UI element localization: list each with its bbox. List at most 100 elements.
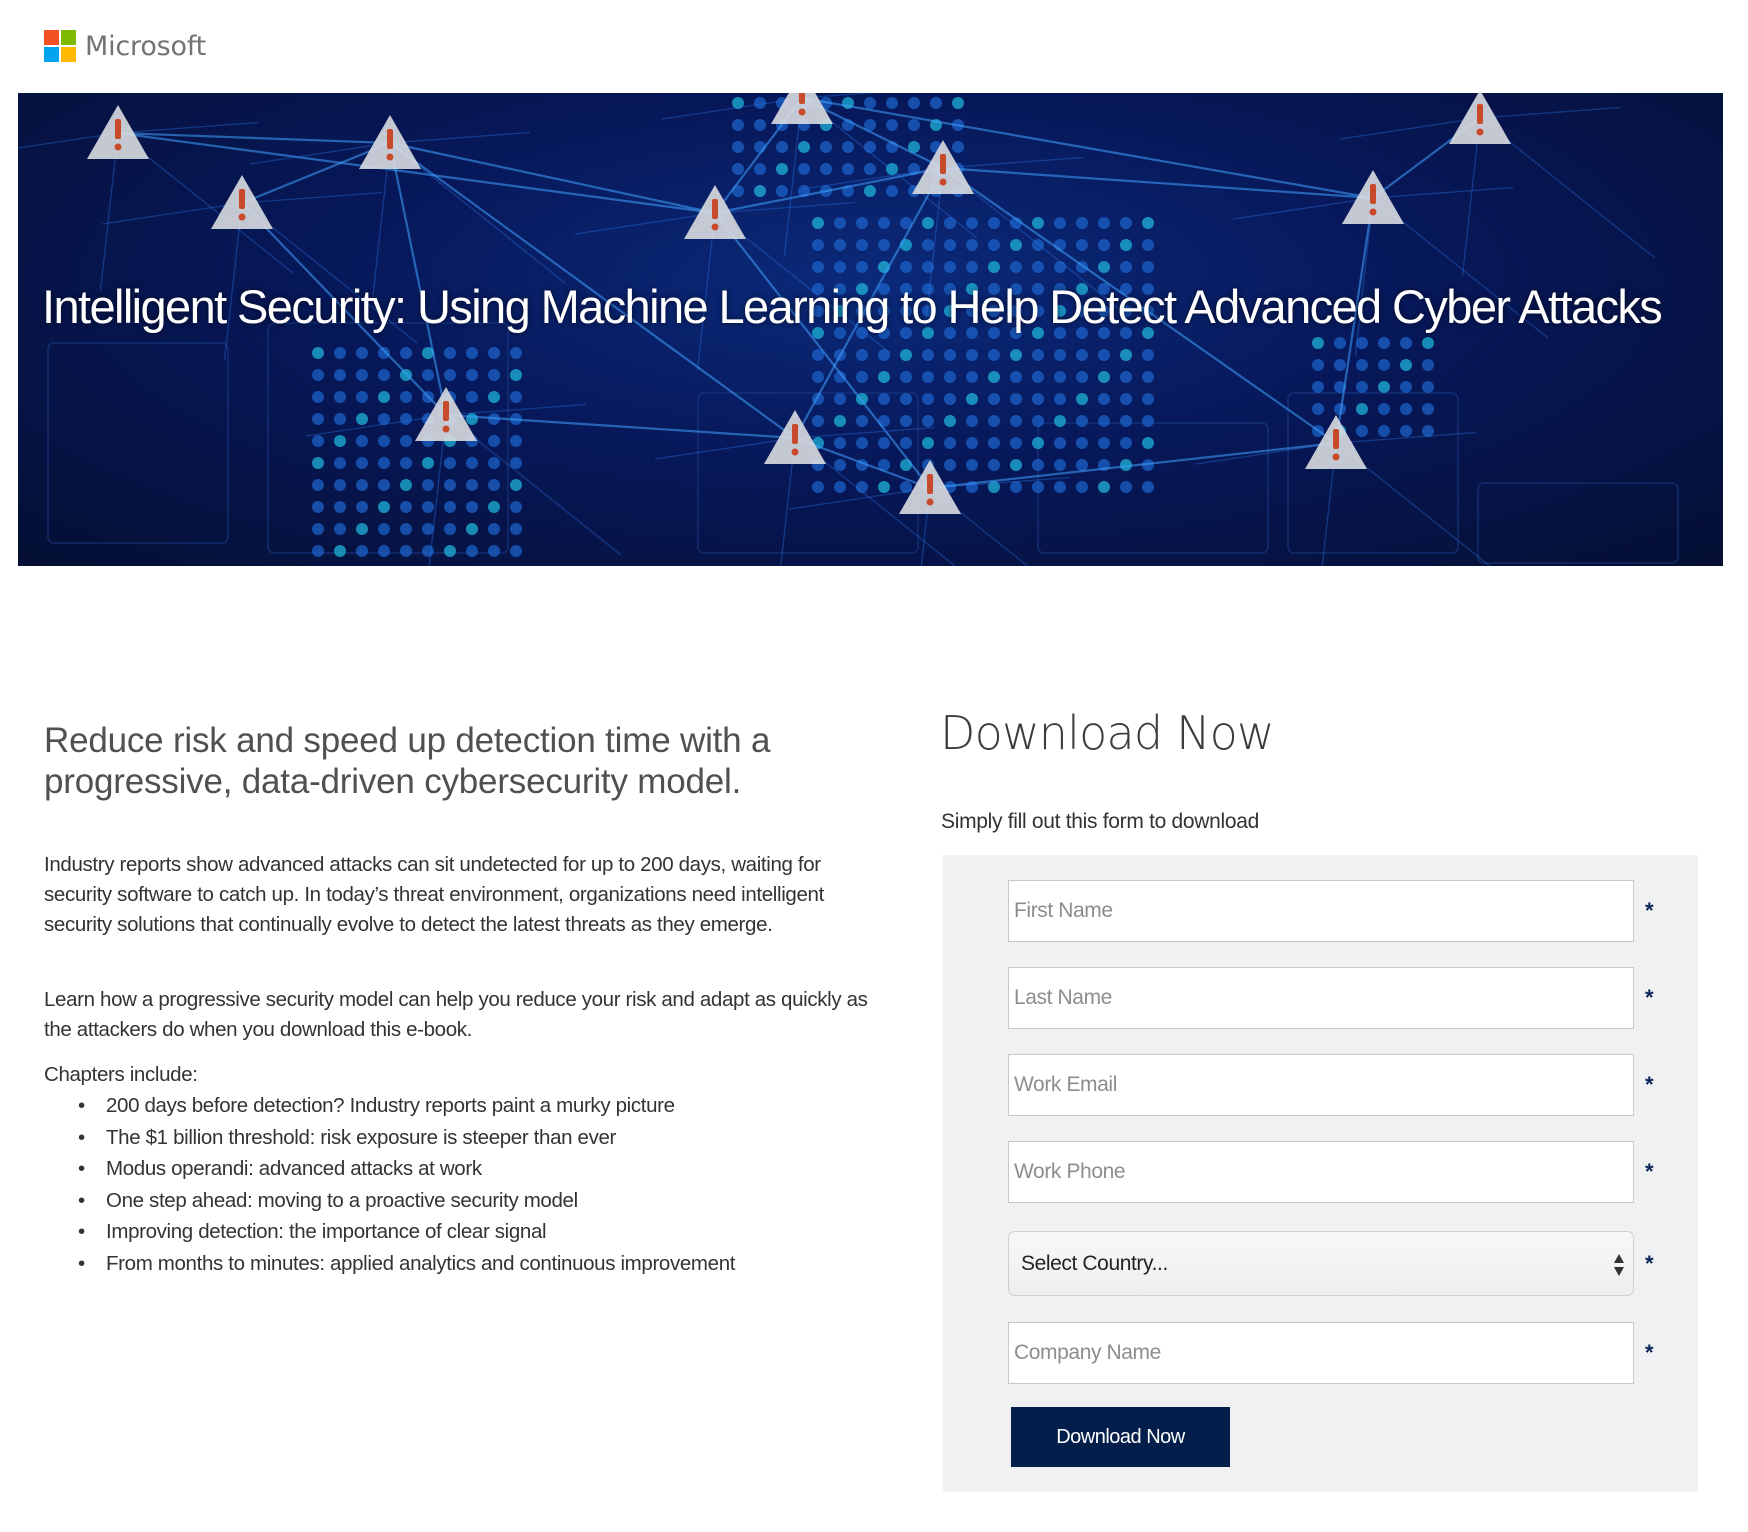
map-dot [754, 185, 766, 197]
map-dot [488, 479, 500, 491]
map-dot [1054, 349, 1066, 361]
map-dot [356, 347, 368, 359]
map-dot [944, 261, 956, 273]
bullet-icon: • [78, 1251, 85, 1275]
chapter-item: • 200 days before detection? Industry rep… [78, 1090, 735, 1122]
map-dot [312, 413, 324, 425]
map-dot [1054, 437, 1066, 449]
map-dot [856, 239, 868, 251]
map-dot [944, 437, 956, 449]
map-dot [378, 545, 390, 557]
map-dot [1142, 481, 1154, 493]
map-dot [1142, 217, 1154, 229]
map-dot [1032, 217, 1044, 229]
microsoft-logo[interactable]: Microsoft [44, 29, 206, 63]
form-subtitle: Simply fill out this form to download [941, 810, 1260, 833]
map-dot [842, 163, 854, 175]
map-dot [922, 349, 934, 361]
last-name-row: * [1008, 967, 1698, 1029]
map-dot [988, 415, 1000, 427]
map-dot [1312, 359, 1324, 371]
map-dot [488, 457, 500, 469]
exclamation-mark [1333, 429, 1339, 449]
select-updown-arrows-icon [1614, 1254, 1624, 1276]
map-dot [488, 435, 500, 447]
map-dot [356, 479, 368, 491]
map-dot [834, 415, 846, 427]
map-dot [1142, 349, 1154, 361]
bullet-icon: • [78, 1094, 85, 1117]
map-dot [1378, 337, 1390, 349]
map-dot [1098, 481, 1110, 493]
chapter-item: • Modus operandi: advanced attacks at wor… [78, 1153, 735, 1185]
first-name-input[interactable] [1008, 880, 1634, 942]
map-dot [864, 97, 876, 109]
map-dot [1032, 437, 1044, 449]
network-link [445, 413, 796, 440]
country-select[interactable]: Select Country... [1008, 1231, 1634, 1296]
map-dot [1142, 239, 1154, 251]
chapters-list: • 200 days before detection? Industry rep… [44, 1090, 735, 1279]
exclamation-dot [238, 213, 246, 221]
map-dot [1010, 459, 1022, 471]
map-dot [944, 239, 956, 251]
map-dot [444, 501, 456, 513]
map-dot [922, 393, 934, 405]
map-dot [878, 239, 890, 251]
map-dot [878, 481, 890, 493]
map-dot [422, 545, 434, 557]
map-dot [732, 141, 744, 153]
last-name-input[interactable] [1008, 967, 1634, 1029]
map-dot [510, 523, 522, 535]
map-dot [1098, 239, 1110, 251]
map-dot [334, 435, 346, 447]
map-dot [900, 349, 912, 361]
map-dot [1010, 349, 1022, 361]
map-dot [334, 347, 346, 359]
map-dot [1054, 415, 1066, 427]
map-dot [878, 437, 890, 449]
work-email-input[interactable] [1008, 1054, 1634, 1116]
map-dot [1334, 359, 1346, 371]
map-dot [356, 391, 368, 403]
map-dot [878, 393, 890, 405]
map-dot [312, 457, 324, 469]
map-dot [864, 141, 876, 153]
map-dot [1120, 481, 1132, 493]
download-now-button[interactable]: Download Now [1011, 1407, 1230, 1467]
map-dot [864, 163, 876, 175]
map-dot [466, 501, 478, 513]
background-panel [47, 342, 229, 544]
work-phone-input[interactable] [1008, 1141, 1634, 1203]
map-dot [1054, 393, 1066, 405]
network-ray [117, 121, 259, 134]
map-dot [1142, 393, 1154, 405]
map-dot [356, 457, 368, 469]
map-dot [798, 163, 810, 175]
map-dot [334, 391, 346, 403]
company-name-input[interactable] [1008, 1322, 1634, 1384]
exclamation-mark [115, 119, 121, 139]
map-dot [378, 347, 390, 359]
map-dot [334, 545, 346, 557]
download-form: * * * * Select Country... * * Download N… [943, 855, 1698, 1492]
map-dot [754, 119, 766, 131]
network-link [942, 166, 1374, 200]
map-dot [812, 481, 824, 493]
map-dot [444, 457, 456, 469]
windows-logo-icon [44, 29, 77, 63]
map-dot [1010, 415, 1022, 427]
exclamation-mark [1477, 104, 1483, 124]
map-dot [400, 457, 412, 469]
map-dot [1356, 425, 1368, 437]
map-dot [444, 523, 456, 535]
map-dot [1010, 239, 1022, 251]
map-dot [1098, 393, 1110, 405]
map-dot [312, 435, 324, 447]
bullet-icon: • [78, 1188, 85, 1212]
map-dot [510, 479, 522, 491]
required-icon: * [1645, 1340, 1654, 1365]
map-dot [952, 97, 964, 109]
map-dot [400, 413, 412, 425]
map-dot [334, 413, 346, 425]
